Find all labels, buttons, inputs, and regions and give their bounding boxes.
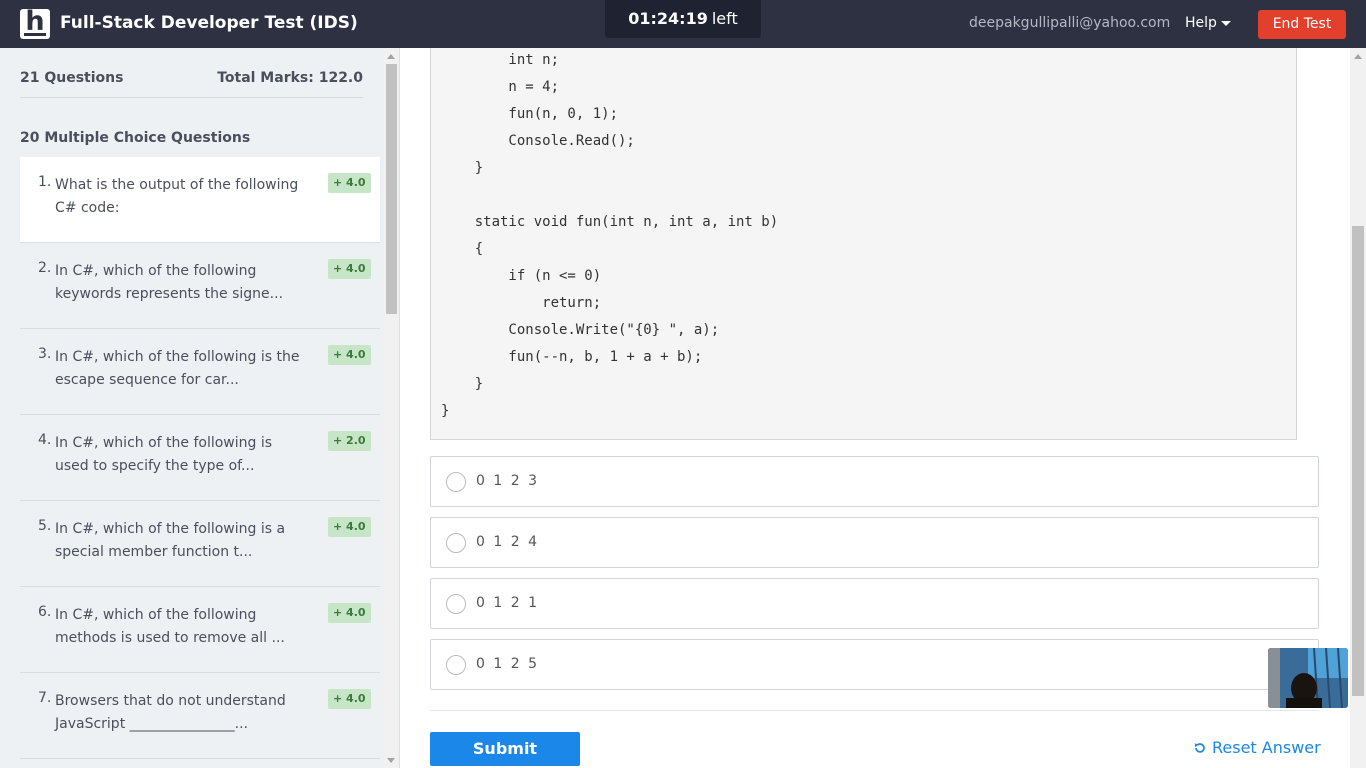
code-line: Console.Write("{0} ", a); bbox=[441, 322, 720, 338]
radio-button[interactable] bbox=[446, 594, 466, 614]
marks-badge: + 4.0 bbox=[328, 173, 371, 193]
scroll-down-icon[interactable] bbox=[387, 758, 395, 763]
scroll-up-icon[interactable] bbox=[387, 54, 395, 59]
questions-count: 21 Questions bbox=[20, 70, 124, 86]
code-line: } bbox=[441, 160, 484, 176]
radio-button[interactable] bbox=[446, 472, 466, 492]
option-label: 0 1 2 1 bbox=[476, 595, 539, 611]
question-item-1[interactable]: 1. What is the output of the following C… bbox=[20, 157, 380, 243]
question-text: Browsers that do not understand JavaScri… bbox=[55, 693, 286, 732]
main-scrollbar[interactable] bbox=[1350, 48, 1366, 768]
answer-option-2[interactable]: 0 1 2 4 bbox=[430, 517, 1319, 568]
timer-suffix: left bbox=[711, 9, 738, 28]
sidebar-scroll-thumb[interactable] bbox=[386, 64, 397, 314]
question-item-7[interactable]: 7. Browsers that do not understand JavaS… bbox=[20, 673, 380, 759]
question-number: 7. bbox=[38, 690, 52, 706]
sidebar-scrollbar[interactable] bbox=[384, 48, 398, 768]
question-item-2[interactable]: 2. In C#, which of the following keyword… bbox=[20, 243, 380, 329]
option-label: 0 1 2 3 bbox=[476, 473, 539, 489]
section-title: 20 Multiple Choice Questions bbox=[20, 130, 251, 146]
undo-icon bbox=[1194, 743, 1205, 753]
code-line: int n; bbox=[441, 52, 560, 68]
timer: 01:24:19 left bbox=[605, 0, 761, 38]
option-label: 0 1 2 5 bbox=[476, 656, 539, 672]
question-number: 4. bbox=[38, 432, 52, 448]
radio-button[interactable] bbox=[446, 533, 466, 553]
hackerearth-logo: h bbox=[20, 9, 50, 39]
main-scroll-thumb[interactable] bbox=[1352, 226, 1364, 696]
code-line: } bbox=[441, 376, 484, 392]
question-item-6[interactable]: 6. In C#, which of the following methods… bbox=[20, 587, 380, 673]
webcam-image bbox=[1268, 648, 1348, 708]
answer-option-3[interactable]: 0 1 2 1 bbox=[430, 578, 1319, 629]
top-bar: h Full-Stack Developer Test (IDS) 01:24:… bbox=[0, 0, 1366, 48]
question-item-3[interactable]: 3. In C#, which of the following is the … bbox=[20, 329, 380, 415]
timer-value: 01:24:19 bbox=[628, 9, 708, 28]
end-test-button[interactable]: End Test bbox=[1258, 10, 1346, 39]
question-text: In C#, which of the following is the esc… bbox=[55, 349, 300, 388]
code-line: fun(n, 0, 1); bbox=[441, 106, 619, 122]
question-text: In C#, which of the following keywords r… bbox=[55, 263, 284, 302]
submit-button[interactable]: Submit bbox=[430, 732, 580, 766]
question-number: 5. bbox=[38, 518, 52, 534]
marks-badge: + 4.0 bbox=[328, 259, 371, 279]
help-label: Help bbox=[1185, 15, 1217, 31]
code-line: Console.Read(); bbox=[441, 133, 635, 149]
code-line: { bbox=[441, 241, 484, 257]
caret-down-icon bbox=[1220, 20, 1231, 26]
reset-answer-link[interactable]: Reset Answer bbox=[1193, 738, 1321, 757]
answer-option-1[interactable]: 0 1 2 3 bbox=[430, 456, 1319, 507]
code-line: } bbox=[441, 403, 450, 419]
marks-badge: + 4.0 bbox=[328, 689, 371, 709]
question-item-4[interactable]: 4. In C#, which of the following is used… bbox=[20, 415, 380, 501]
code-block: int n; n = 4; fun(n, 0, 1); Console.Read… bbox=[430, 48, 1297, 440]
marks-badge: + 4.0 bbox=[328, 345, 371, 365]
question-number: 1. bbox=[38, 174, 52, 190]
question-text: What is the output of the following C# c… bbox=[55, 177, 299, 216]
code-line: if (n <= 0) bbox=[441, 268, 602, 284]
question-text: In C#, which of the following methods is… bbox=[55, 607, 285, 646]
code-line: fun(--n, b, 1 + a + b); bbox=[441, 349, 703, 365]
code-line: n = 4; bbox=[441, 79, 560, 95]
marks-badge: + 4.0 bbox=[328, 603, 371, 623]
test-summary: 21 Questions Total Marks: 122.0 bbox=[20, 70, 363, 98]
question-list: 1. What is the output of the following C… bbox=[20, 157, 380, 759]
user-email: deepakgullipalli@yahoo.com bbox=[969, 15, 1171, 31]
marks-badge: + 4.0 bbox=[328, 517, 371, 537]
reset-label: Reset Answer bbox=[1212, 738, 1321, 757]
question-panel: int n; n = 4; fun(n, 0, 1); Console.Read… bbox=[400, 48, 1350, 768]
question-number: 2. bbox=[38, 260, 52, 276]
test-title: Full-Stack Developer Test (IDS) bbox=[60, 13, 358, 33]
divider bbox=[430, 710, 1319, 711]
question-text: In C#, which of the following is used to… bbox=[55, 435, 273, 474]
question-number: 6. bbox=[38, 604, 52, 620]
help-menu[interactable]: Help bbox=[1185, 15, 1231, 31]
question-number: 3. bbox=[38, 346, 52, 362]
total-marks: Total Marks: 122.0 bbox=[217, 70, 363, 86]
option-label: 0 1 2 4 bbox=[476, 534, 539, 550]
scroll-up-icon[interactable] bbox=[1354, 54, 1362, 59]
question-item-5[interactable]: 5. In C#, which of the following is a sp… bbox=[20, 501, 380, 587]
code-line: static void fun(int n, int a, int b) bbox=[441, 214, 779, 230]
question-text: In C#, which of the following is a speci… bbox=[55, 521, 286, 560]
webcam-preview bbox=[1268, 648, 1348, 708]
radio-button[interactable] bbox=[446, 655, 466, 675]
answer-option-4[interactable]: 0 1 2 5 bbox=[430, 639, 1319, 690]
code-line: return; bbox=[441, 295, 602, 311]
question-sidebar: 21 Questions Total Marks: 122.0 20 Multi… bbox=[0, 48, 400, 768]
marks-badge: + 2.0 bbox=[328, 431, 371, 451]
